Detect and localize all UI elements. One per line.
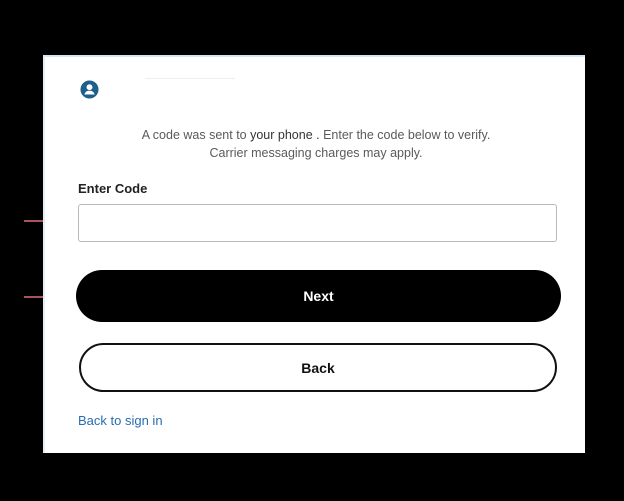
message-line-1: A code was sent to your phone . Enter th… <box>45 126 587 144</box>
message-suffix: Enter the code below to verify. <box>323 128 491 142</box>
screenshot-frame: A code was sent to your phone . Enter th… <box>0 0 624 501</box>
verification-message: A code was sent to your phone . Enter th… <box>45 126 587 162</box>
message-line-2: Carrier messaging charges may apply. <box>209 146 423 160</box>
user-circle-icon <box>80 80 99 99</box>
divider <box>145 78 235 79</box>
back-to-signin-link[interactable]: Back to sign in <box>78 413 163 428</box>
code-input[interactable] <box>78 204 557 242</box>
message-prefix: A code was sent to <box>141 128 247 142</box>
message-phone: your phone . <box>250 128 320 142</box>
code-field-label: Enter Code <box>78 181 148 196</box>
verification-card: A code was sent to your phone . Enter th… <box>43 55 585 453</box>
next-button[interactable]: Next <box>76 270 561 322</box>
back-button[interactable]: Back <box>79 343 557 392</box>
